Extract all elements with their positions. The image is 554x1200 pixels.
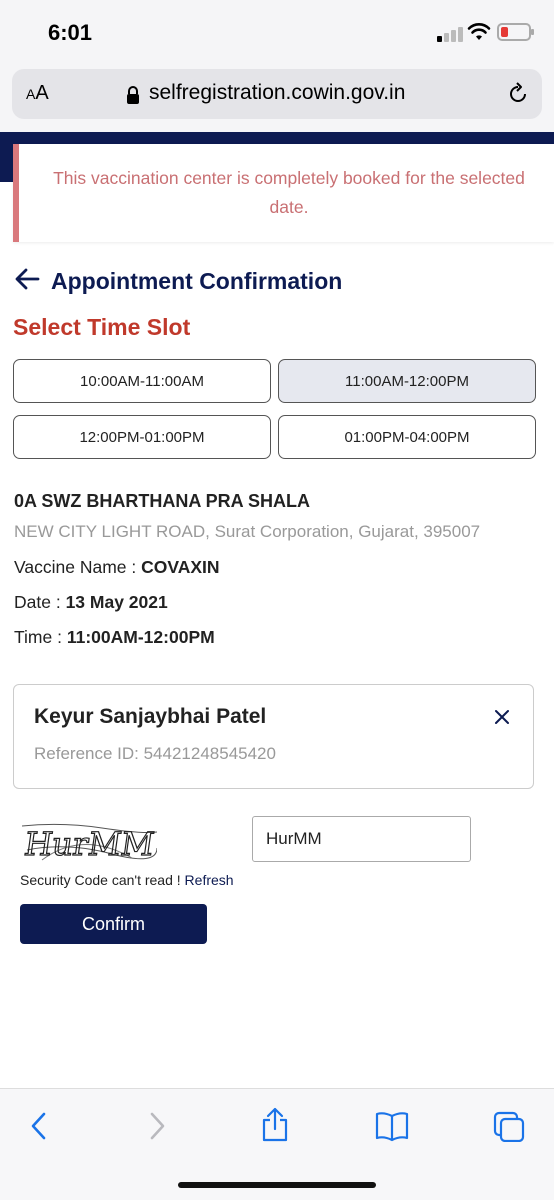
center-name: 0A SWZ BHARTHANA PRA SHALA	[14, 491, 310, 511]
vaccine-value: COVAXIN	[141, 557, 220, 577]
slot-11am-12pm[interactable]: 11:00AM-12:00PM	[278, 359, 536, 403]
vaccine-row: Vaccine Name : COVAXIN	[14, 557, 220, 578]
beneficiary-name: Keyur Sanjaybhai Patel	[34, 705, 267, 728]
date-value: 13 May 2021	[65, 592, 168, 612]
url-text[interactable]: selfregistration.cowin.gov.in	[149, 81, 405, 105]
signal-icon	[437, 26, 463, 42]
reference-id: Reference ID: 54421248545420	[34, 744, 276, 763]
back-arrow-icon[interactable]	[14, 267, 40, 291]
vaccine-label: Vaccine Name :	[14, 557, 137, 577]
confirm-button[interactable]: Confirm	[20, 904, 207, 944]
captcha-text: HurMM	[22, 825, 157, 863]
status-bar: 6:01	[0, 0, 554, 62]
beneficiary-card: Keyur Sanjaybhai Patel Reference ID: 544…	[13, 684, 534, 789]
reader-options-button[interactable]: AA	[26, 82, 49, 105]
refresh-link[interactable]: Refresh	[185, 872, 234, 888]
wifi-icon	[467, 23, 491, 40]
tabs-icon[interactable]	[492, 1110, 526, 1142]
alert-message: This vaccination center is completely bo…	[53, 168, 525, 217]
captcha-input[interactable]	[252, 816, 471, 862]
url-bar[interactable]: AA selfregistration.cowin.gov.in	[12, 69, 542, 119]
captcha-note: Security Code can't read ! Refresh	[20, 872, 234, 888]
booked-alert: This vaccination center is completely bo…	[13, 144, 554, 242]
slot-12pm-01pm[interactable]: 12:00PM-01:00PM	[13, 415, 271, 459]
bookmarks-icon[interactable]	[374, 1110, 410, 1142]
battery-icon	[497, 23, 534, 41]
lock-icon	[127, 86, 139, 104]
captcha-image: HurMM	[22, 823, 157, 864]
time-value: 11:00AM-12:00PM	[66, 627, 215, 647]
section-title: Select Time Slot	[13, 314, 191, 340]
reload-icon[interactable]	[506, 82, 530, 106]
forward-icon[interactable]	[146, 1110, 168, 1142]
time-row: Time : 11:00AM-12:00PM	[14, 627, 215, 648]
center-address: NEW CITY LIGHT ROAD, Surat Corporation, …	[14, 522, 481, 541]
captcha-note-text: Security Code can't read !	[20, 872, 181, 888]
home-indicator	[178, 1182, 376, 1188]
page-title: Appointment Confirmation	[51, 268, 343, 294]
status-time: 6:01	[48, 20, 93, 45]
slot-01pm-04pm[interactable]: 01:00PM-04:00PM	[278, 415, 536, 459]
browser-top-bar: AA selfregistration.cowin.gov.in	[0, 62, 554, 132]
slot-10am-11am[interactable]: 10:00AM-11:00AM	[13, 359, 271, 403]
share-icon[interactable]	[259, 1107, 291, 1143]
date-row: Date : 13 May 2021	[14, 592, 168, 613]
time-label: Time :	[14, 627, 62, 647]
date-label: Date :	[14, 592, 61, 612]
close-icon[interactable]	[493, 708, 511, 726]
back-icon[interactable]	[28, 1110, 50, 1142]
